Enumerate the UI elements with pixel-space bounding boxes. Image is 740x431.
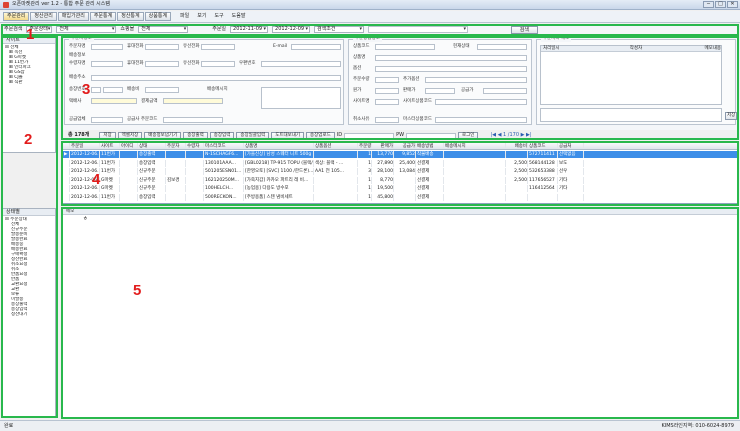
highlight-region-1: [1, 24, 739, 36]
menu-order-manage[interactable]: 주문관리: [3, 12, 30, 21]
app-icon: [3, 2, 9, 8]
menu-settlement[interactable]: 정산관리: [30, 12, 57, 21]
window-title: 오픈마켓관리 ver 1.2 - 통합 주문 관리 시스템: [12, 1, 110, 7]
close-button[interactable]: ✕: [727, 1, 738, 8]
highlight-region-5: [61, 207, 739, 419]
status-text: 완료: [4, 423, 14, 429]
menu-bar: 주문관리 정산관리 매입가관리 주문통계 정산통계 상품통계 파일 보기 도구 …: [0, 11, 740, 23]
menu-help[interactable]: 도움말: [232, 14, 246, 19]
highlight-region-3: [61, 36, 739, 140]
menu-settle-stats[interactable]: 정산통계: [117, 12, 144, 21]
menu-product-stats[interactable]: 상품통계: [144, 12, 172, 21]
maximize-button[interactable]: □: [715, 1, 726, 8]
minimize-button[interactable]: ─: [703, 1, 714, 8]
status-contact: KIMS라인지역: 010-6024-8979: [661, 423, 734, 429]
window-controls: ─ □ ✕: [703, 1, 738, 8]
label-3: 3: [82, 81, 91, 98]
label-1: 1: [26, 26, 35, 43]
highlight-region-2: [1, 36, 58, 418]
status-bar: 완료 KIMS라인지역: 010-6024-8979: [0, 420, 740, 431]
menu-order-stats[interactable]: 주문통계: [89, 12, 117, 21]
label-5: 5: [133, 282, 142, 299]
label-2: 2: [24, 131, 33, 148]
menu-file[interactable]: 파일: [180, 14, 189, 19]
menu-purchase-price[interactable]: 매입가관리: [57, 12, 89, 21]
title-bar: 오픈마켓관리 ver 1.2 - 통합 주문 관리 시스템 ─ □ ✕: [0, 0, 740, 10]
menu-view[interactable]: 보기: [197, 14, 206, 19]
highlight-region-4: [61, 141, 739, 206]
label-4: 4: [92, 171, 101, 188]
menu-tools[interactable]: 도구: [214, 14, 223, 19]
